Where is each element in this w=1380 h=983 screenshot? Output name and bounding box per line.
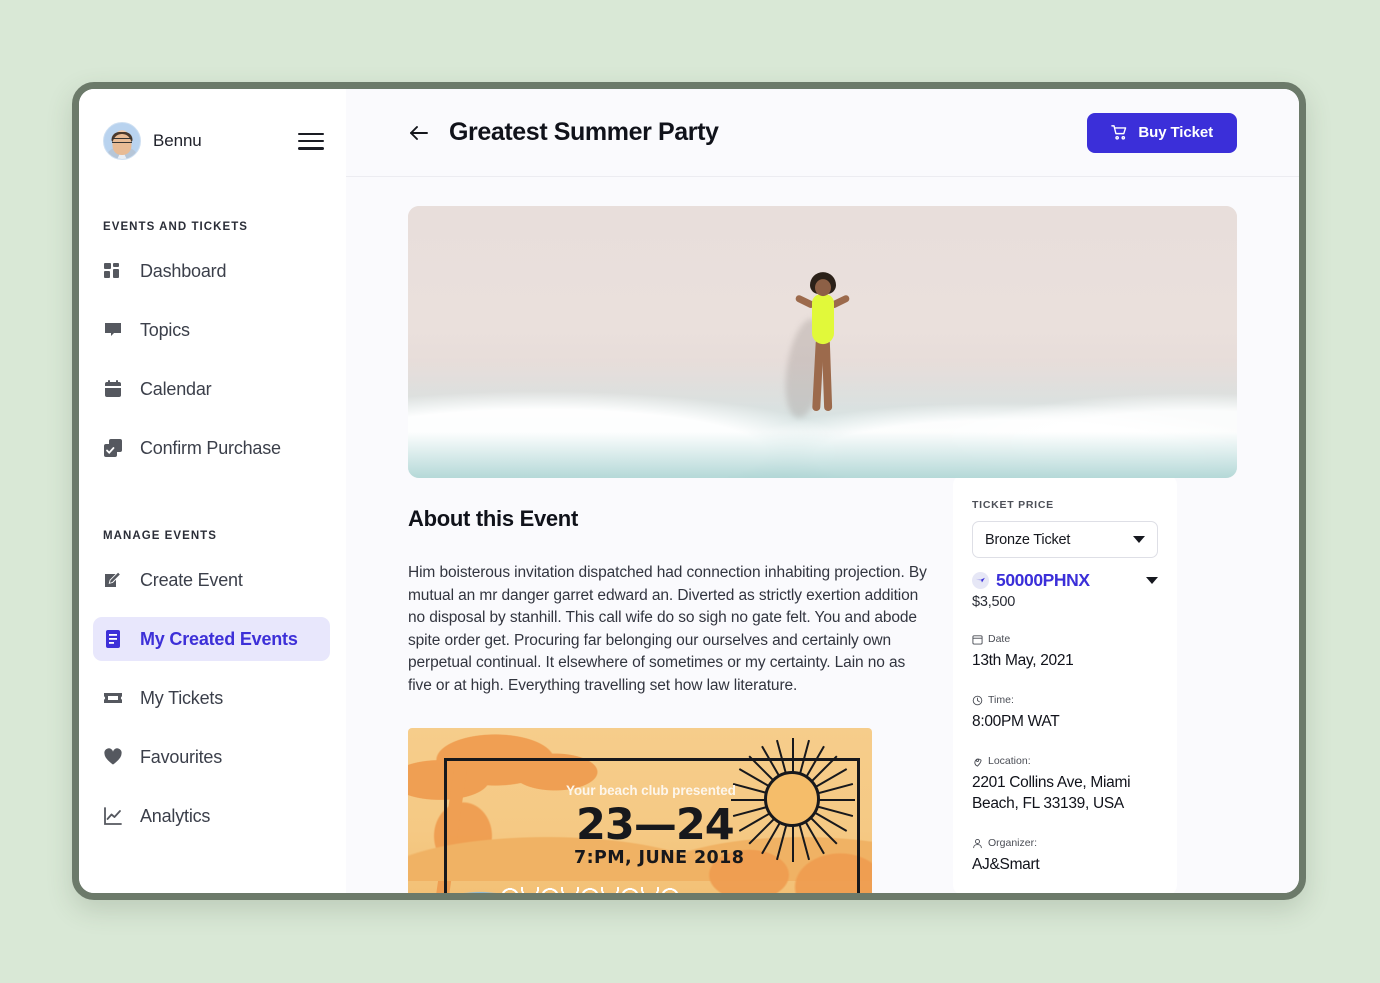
sidebar-header: Bennu [79, 111, 346, 171]
top-bar: Greatest Summer Party Buy Ticket [346, 89, 1299, 177]
sidebar-item-create-event[interactable]: Create Event [93, 558, 330, 602]
clock-icon [972, 695, 983, 706]
meta-date-value: 13th May, 2021 [972, 652, 1074, 669]
avatar[interactable] [103, 122, 141, 160]
content-scroll-area[interactable]: About this Event Him boisterous invitati… [346, 177, 1299, 893]
poster-time-line: 7:PM, JUNE 2018 [574, 848, 745, 868]
meta-time-label-row: Time: [972, 694, 1158, 706]
ticket-type-select[interactable]: Bronze Ticket [972, 521, 1158, 558]
buy-ticket-button[interactable]: Buy Ticket [1087, 112, 1237, 153]
meta-location: Location: 2201 Collins Ave, Miami Beach,… [972, 755, 1158, 814]
sidebar-item-label: Confirm Purchase [140, 437, 281, 458]
sidebar-item-dashboard[interactable]: Dashboard [93, 249, 330, 293]
sidebar-item-topics[interactable]: Topics [93, 308, 330, 352]
checkbox-copy-icon [103, 438, 123, 458]
sidebar-section-label-events: EVENTS AND TICKETS [103, 221, 248, 233]
meta-date-label-row: Date [972, 633, 1158, 645]
sidebar-item-label: My Created Events [140, 628, 298, 649]
heart-icon [103, 747, 123, 767]
meta-date: Date 13th May, 2021 [972, 633, 1158, 671]
map-pin-icon [972, 756, 983, 767]
sidebar-item-label: Topics [140, 319, 190, 340]
buy-ticket-label: Buy Ticket [1138, 124, 1213, 141]
calendar-icon [103, 379, 123, 399]
sidebar-item-label: Favourites [140, 746, 223, 767]
page-title: Greatest Summer Party [449, 118, 719, 146]
meta-organizer: Organizer: AJ&Smart [972, 837, 1158, 875]
user-name: Bennu [153, 131, 202, 150]
grid-icon [103, 261, 123, 281]
hamburger-menu-icon[interactable] [298, 132, 324, 150]
meta-time-value: 8:00PM WAT [972, 713, 1060, 730]
sidebar-item-favourites[interactable]: Favourites [93, 735, 330, 779]
person-icon [972, 838, 983, 849]
meta-label-text: Organizer: [988, 837, 1038, 849]
poster-presented-text: Your beach club presented [566, 783, 736, 798]
event-hero-image [408, 206, 1237, 478]
sidebar-item-label: My Tickets [140, 687, 224, 708]
meta-label-text: Location: [988, 755, 1031, 767]
ticket-price-label: TICKET PRICE [972, 499, 1054, 511]
phnx-token-icon [972, 572, 989, 589]
meta-organizer-label-row: Organizer: [972, 837, 1158, 849]
meta-organizer-value: AJ&Smart [972, 856, 1040, 873]
about-section-title: About this Event [408, 506, 578, 531]
event-poster-image: Your beach club presented 23—24 7:PM, JU… [408, 728, 872, 893]
sidebar-item-label: Dashboard [140, 260, 227, 281]
sidebar-section-label-manage: MANAGE EVENTS [103, 530, 217, 542]
sidebar-item-my-created-events[interactable]: My Created Events [93, 617, 330, 661]
sidebar: Bennu EVENTS AND TICKETS Dashboard Topic… [79, 89, 346, 893]
sidebar-item-confirm-purchase[interactable]: Confirm Purchase [93, 426, 330, 470]
pencil-square-icon [103, 570, 123, 590]
app-window: Bennu EVENTS AND TICKETS Dashboard Topic… [72, 82, 1306, 900]
chevron-down-icon [1146, 577, 1158, 584]
back-arrow-icon[interactable] [408, 122, 430, 144]
ticket-icon [103, 688, 123, 708]
meta-label-text: Time: [988, 694, 1014, 706]
ticket-price-card: TICKET PRICE Bronze Ticket 50000PHNX $3,… [953, 475, 1177, 893]
about-column: About this Event Him boisterous invitati… [408, 506, 953, 893]
desktop-background: Bennu EVENTS AND TICKETS Dashboard Topic… [0, 0, 1380, 983]
meta-location-label-row: Location: [972, 755, 1158, 767]
usd-price: $3,500 [972, 594, 1016, 610]
ticket-type-value: Bronze Ticket [985, 531, 1071, 548]
document-list-icon [103, 629, 123, 649]
meta-location-value: 2201 Collins Ave, Miami Beach, FL 33139,… [972, 774, 1131, 812]
calendar-icon [972, 634, 983, 645]
shopping-cart-icon [1111, 124, 1128, 141]
sidebar-item-my-tickets[interactable]: My Tickets [93, 676, 330, 720]
crypto-price-selector[interactable]: 50000PHNX [972, 570, 1158, 591]
sidebar-item-label: Analytics [140, 805, 211, 826]
crypto-amount: 50000PHNX [996, 570, 1090, 590]
sidebar-item-label: Calendar [140, 378, 212, 399]
sun-graphic [764, 771, 820, 827]
main-content: Greatest Summer Party Buy Ticket About t… [346, 89, 1299, 893]
about-section-text: Him boisterous invitation dispatched had… [408, 564, 927, 694]
chevron-down-icon [1133, 536, 1145, 543]
sidebar-item-label: Create Event [140, 569, 243, 590]
sidebar-item-analytics[interactable]: Analytics [93, 794, 330, 838]
meta-time: Time: 8:00PM WAT [972, 694, 1158, 732]
meta-label-text: Date [988, 633, 1011, 645]
chat-bubble-icon [103, 320, 123, 340]
sidebar-item-calendar[interactable]: Calendar [93, 367, 330, 411]
line-chart-icon [103, 806, 123, 826]
poster-dates: 23—24 [576, 800, 735, 850]
